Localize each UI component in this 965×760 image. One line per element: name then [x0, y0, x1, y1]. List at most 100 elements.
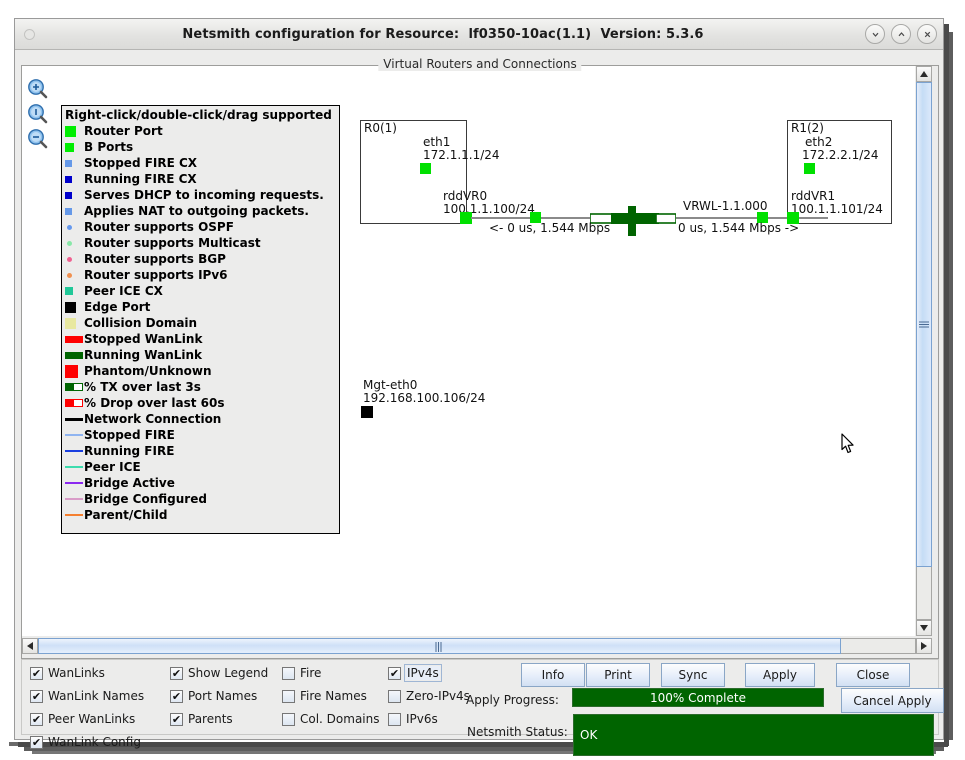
port-square-eth1[interactable]: [420, 163, 431, 174]
checkbox-wanlink-config[interactable]: ✔ WanLink Config: [30, 735, 141, 749]
scroll-right-button[interactable]: [916, 638, 932, 654]
scroll-down-button[interactable]: [916, 620, 932, 636]
checkbox-fire-names[interactable]: Fire Names: [282, 689, 367, 703]
legend-item: Router supports IPv6: [65, 267, 339, 283]
legend-swatch-icon: [65, 352, 84, 359]
checkbox-indicator[interactable]: [388, 690, 401, 703]
legend-swatch-icon: [65, 143, 84, 152]
print-button[interactable]: Print: [586, 663, 650, 687]
checkbox-indicator[interactable]: ✔: [170, 690, 183, 703]
legend-swatch-icon: [65, 450, 84, 452]
port-square-rddvr1[interactable]: [787, 212, 799, 224]
checkbox-indicator[interactable]: [282, 667, 295, 680]
checkbox-indicator[interactable]: [282, 713, 295, 726]
checkbox-label: Show Legend: [188, 666, 268, 680]
legend-item-label: Network Connection: [84, 411, 221, 427]
legend-swatch-icon: [65, 176, 84, 183]
port-name-rddvr0: rddVR0: [443, 189, 487, 203]
legend-box[interactable]: Right-click/double-click/drag supported …: [61, 105, 340, 534]
checkbox-label: WanLink Config: [48, 735, 141, 749]
mgmt-port-name: Mgt-eth0: [363, 378, 417, 392]
legend-item-list: Router PortB PortsStopped FIRE CXRunning…: [65, 123, 339, 523]
checkbox-wanlink-names[interactable]: ✔WanLink Names: [30, 689, 144, 703]
port-name-eth1: eth1: [423, 135, 450, 149]
checkbox-indicator[interactable]: ✔: [30, 713, 43, 726]
legend-item-label: Edge Port: [84, 299, 150, 315]
checkbox-port-names[interactable]: ✔Port Names: [170, 689, 257, 703]
router-name-r1: R1(2): [791, 121, 824, 135]
legend-item-label: Bridge Active: [84, 475, 175, 491]
checkbox-label: Parents: [188, 712, 233, 726]
legend-swatch-icon: [65, 160, 84, 167]
desktop-background: Netsmith configuration for Resource: lf0…: [0, 0, 965, 760]
checkbox-label: Zero-IPv4s: [406, 689, 470, 703]
checkbox-parents[interactable]: ✔ Parents: [170, 712, 233, 726]
legend-item: Serves DHCP to incoming requests.: [65, 187, 339, 203]
legend-item-label: Router supports IPv6: [84, 267, 228, 283]
checkbox-indicator[interactable]: [282, 690, 295, 703]
close-button[interactable]: [917, 24, 937, 44]
checkbox-wanlinks[interactable]: ✔WanLinks: [30, 666, 105, 680]
window-titlebar[interactable]: Netsmith configuration for Resource: lf0…: [15, 19, 943, 50]
apply-button[interactable]: Apply: [745, 663, 815, 687]
checkbox-ipv4s[interactable]: ✔IPv4s: [388, 666, 440, 680]
checkbox-ipv6s[interactable]: IPv6s: [388, 712, 438, 726]
checkbox-peer-wanlinks[interactable]: ✔Peer WanLinks: [30, 712, 135, 726]
port-square-eth2[interactable]: [804, 163, 815, 174]
checkbox-indicator[interactable]: ✔: [170, 667, 183, 680]
port-name-rddvr1: rddVR1: [791, 189, 835, 203]
legend-item-label: Collision Domain: [84, 315, 197, 331]
legend-item: Edge Port: [65, 299, 339, 315]
legend-item: Router supports BGP: [65, 251, 339, 267]
checkbox-label: Fire Names: [300, 689, 367, 703]
vertical-scrollbar-thumb[interactable]: [916, 82, 932, 567]
netsmith-status-bar: OK: [573, 714, 934, 756]
legend-swatch-icon: [65, 241, 84, 246]
legend-header: Right-click/double-click/drag supported: [65, 108, 339, 123]
info-button[interactable]: Info: [521, 663, 585, 687]
legend-swatch-icon: [65, 318, 84, 329]
network-canvas[interactable]: Right-click/double-click/drag supported …: [22, 66, 915, 636]
sync-button[interactable]: Sync: [661, 663, 725, 687]
checkbox-indicator[interactable]: [388, 713, 401, 726]
legend-swatch-icon: [65, 257, 84, 262]
legend-item-label: Phantom/Unknown: [84, 363, 212, 379]
legend-swatch-icon: [65, 287, 84, 295]
checkbox-show-legend[interactable]: ✔ Show Legend: [170, 666, 268, 680]
mgmt-port-square[interactable]: [361, 406, 373, 418]
wanlink-left-rate: <- 0 us, 1.544 Mbps: [489, 221, 610, 235]
window-shadow: [9, 742, 18, 746]
checkbox-zero-ipv4s[interactable]: Zero-IPv4s: [388, 689, 470, 703]
checkbox-indicator[interactable]: ✔: [30, 667, 43, 680]
legend-item-label: Bridge Configured: [84, 491, 207, 507]
legend-swatch-icon: [65, 208, 84, 215]
legend-swatch-icon: [65, 192, 84, 199]
zoom-out-icon[interactable]: [27, 128, 49, 150]
legend-item: Stopped FIRE CX: [65, 155, 339, 171]
zoom-in-icon[interactable]: [27, 78, 49, 100]
port-label-eth1: eth1 172.1.1.1/24: [423, 136, 500, 162]
checkbox-col-domains[interactable]: Col. Domains: [282, 712, 380, 726]
checkbox-fire[interactable]: Fire: [282, 666, 321, 680]
zoom-reset-icon[interactable]: [27, 103, 49, 125]
legend-item-label: Parent/Child: [84, 507, 167, 523]
checkbox-indicator[interactable]: ✔: [30, 736, 43, 749]
checkbox-indicator[interactable]: ✔: [30, 690, 43, 703]
minimize-button[interactable]: [865, 24, 885, 44]
mgmt-port-label: Mgt-eth0 192.168.100.106/24: [363, 379, 485, 405]
legend-item-label: Peer ICE CX: [84, 283, 163, 299]
scroll-left-button[interactable]: [22, 638, 38, 654]
legend-item: Applies NAT to outgoing packets.: [65, 203, 339, 219]
cancel-apply-button[interactable]: Cancel Apply: [841, 688, 944, 713]
horizontal-scrollbar-thumb[interactable]: [38, 638, 841, 654]
legend-swatch-icon: [65, 336, 84, 343]
checkbox-indicator[interactable]: ✔: [388, 667, 401, 680]
router-name-r0: R0(1): [364, 121, 397, 135]
legend-swatch-icon: [65, 434, 84, 436]
canvas-viewport[interactable]: Right-click/double-click/drag supported …: [22, 66, 938, 658]
legend-item-label: Router supports Multicast: [84, 235, 261, 251]
scroll-up-button[interactable]: [916, 66, 932, 82]
maximize-button[interactable]: [891, 24, 911, 44]
close-button[interactable]: Close: [836, 663, 910, 687]
checkbox-indicator[interactable]: ✔: [170, 713, 183, 726]
